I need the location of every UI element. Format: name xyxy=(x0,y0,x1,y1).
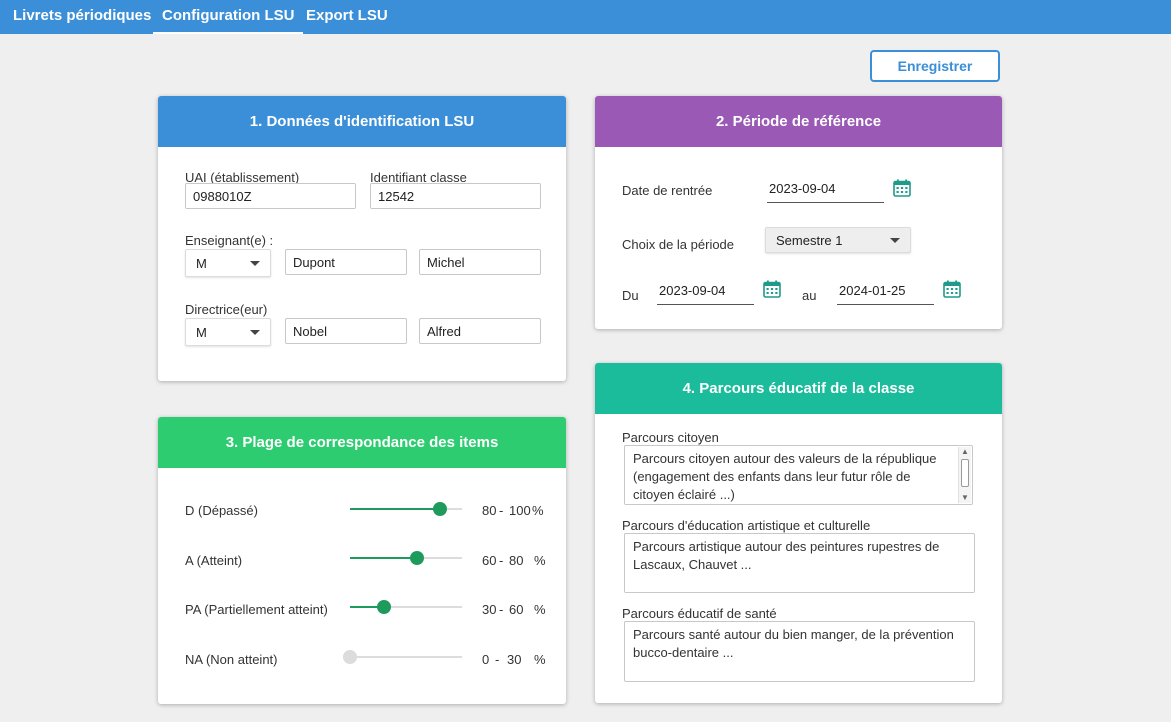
parcours-artistique-textarea[interactable]: Parcours artistique autour des peintures… xyxy=(624,533,975,593)
to-label: au xyxy=(802,288,817,303)
slider-track xyxy=(350,656,462,658)
tab-configuration-lsu[interactable]: Configuration LSU xyxy=(153,0,304,34)
parcours-sante-text: Parcours santé autour du bien manger, de… xyxy=(633,627,954,660)
director-civility-select[interactable]: M xyxy=(185,318,271,346)
parcours-citoyen-textarea[interactable]: Parcours citoyen autour des valeurs de l… xyxy=(624,445,973,505)
tab-export-lsu[interactable]: Export LSU xyxy=(306,0,388,32)
period-choice-value: Semestre 1 xyxy=(776,232,843,248)
parcours-sante-textarea[interactable]: Parcours santé autour du bien manger, de… xyxy=(624,621,975,682)
range-low-value: 0 xyxy=(482,652,490,667)
parcours-card-title: 4. Parcours éducatif de la classe xyxy=(595,363,1002,414)
period-card-title: 2. Période de référence xyxy=(595,96,1002,147)
scrollbar-thumb[interactable] xyxy=(961,459,969,487)
parcours-artistique-text: Parcours artistique autour des peintures… xyxy=(633,539,940,572)
calendar-icon[interactable] xyxy=(893,179,911,197)
tab-livrets-periodiques[interactable]: Livrets périodiques xyxy=(13,0,151,32)
range-low-value: 80 xyxy=(482,503,497,518)
calendar-icon[interactable] xyxy=(943,280,961,298)
range-separator: - xyxy=(495,652,500,667)
from-date-input[interactable]: 2023-09-04 xyxy=(657,277,754,305)
director-firstname-input[interactable]: Alfred xyxy=(419,318,541,344)
slider-thumb[interactable] xyxy=(410,551,425,565)
range-unit: % xyxy=(532,503,544,518)
uai-input[interactable]: 0988010Z xyxy=(185,183,356,209)
range-label: D (Dépassé) xyxy=(185,503,258,518)
top-nav-bar: Livrets périodiques Configuration LSU Ex… xyxy=(0,0,1171,34)
class-id-input[interactable]: 12542 xyxy=(370,183,541,209)
teacher-civility-select[interactable]: M xyxy=(185,249,271,277)
identification-card-title: 1. Données d'identification LSU xyxy=(158,96,566,147)
period-choice-label: Choix de la période xyxy=(622,237,735,252)
range-high-value: 100 xyxy=(509,503,531,518)
range-separator: - xyxy=(499,553,504,568)
director-lastname-input[interactable]: Nobel xyxy=(285,318,407,344)
range-unit: % xyxy=(534,602,546,617)
ranges-card: 3. Plage de correspondance des items D (… xyxy=(158,417,566,704)
parcours-card: 4. Parcours éducatif de la classe Parcou… xyxy=(595,363,1002,703)
range-slider[interactable] xyxy=(350,548,462,568)
to-date-input[interactable]: 2024-01-25 xyxy=(837,277,934,305)
parcours-sante-label: Parcours éducatif de santé xyxy=(622,606,777,621)
scroll-down-icon[interactable]: ▼ xyxy=(959,493,971,503)
range-low-value: 60 xyxy=(482,553,497,568)
teacher-label: Enseignant(e) : xyxy=(185,233,274,248)
parcours-citoyen-label: Parcours citoyen xyxy=(622,430,719,445)
chevron-down-icon xyxy=(890,238,900,243)
slider-track-fill xyxy=(350,557,418,559)
slider-track-fill xyxy=(350,508,440,510)
range-slider[interactable] xyxy=(350,597,462,617)
chevron-down-icon xyxy=(250,261,260,266)
textarea-scrollbar[interactable]: ▲ ▼ xyxy=(958,447,971,503)
range-high-value: 80 xyxy=(509,553,524,568)
director-label: Directrice(eur) xyxy=(185,302,268,317)
teacher-civility-value: M xyxy=(196,255,207,271)
period-choice-select[interactable]: Semestre 1 xyxy=(765,227,911,253)
scroll-up-icon[interactable]: ▲ xyxy=(959,447,971,457)
start-date-input[interactable]: 2023-09-04 xyxy=(767,175,884,203)
range-label: PA (Partiellement atteint) xyxy=(185,602,328,617)
range-high-value: 30 xyxy=(507,652,522,667)
range-separator: - xyxy=(499,503,504,518)
slider-thumb xyxy=(343,650,357,664)
range-unit: % xyxy=(534,553,546,568)
slider-thumb[interactable] xyxy=(432,502,447,516)
range-separator: - xyxy=(499,602,504,617)
teacher-lastname-input[interactable]: Dupont xyxy=(285,249,407,275)
chevron-down-icon xyxy=(250,330,260,335)
parcours-citoyen-text: Parcours citoyen autour des valeurs de l… xyxy=(633,451,937,502)
teacher-firstname-input[interactable]: Michel xyxy=(419,249,541,275)
save-button[interactable]: Enregistrer xyxy=(870,50,1000,82)
from-label: Du xyxy=(622,288,639,303)
range-slider xyxy=(343,647,462,667)
range-slider[interactable] xyxy=(350,499,462,519)
range-high-value: 60 xyxy=(509,602,524,617)
start-date-label: Date de rentrée xyxy=(622,183,713,198)
parcours-artistique-label: Parcours d'éducation artistique et cultu… xyxy=(622,518,871,533)
slider-thumb[interactable] xyxy=(376,600,391,614)
range-label: A (Atteint) xyxy=(185,553,243,568)
range-low-value: 30 xyxy=(482,602,497,617)
calendar-icon[interactable] xyxy=(763,280,781,298)
identification-card: 1. Données d'identification LSU UAI (éta… xyxy=(158,96,566,381)
ranges-card-title: 3. Plage de correspondance des items xyxy=(158,417,566,468)
range-unit: % xyxy=(534,652,546,667)
range-label: NA (Non atteint) xyxy=(185,652,278,667)
director-civility-value: M xyxy=(196,324,207,340)
period-card: 2. Période de référence Date de rentrée … xyxy=(595,96,1002,329)
